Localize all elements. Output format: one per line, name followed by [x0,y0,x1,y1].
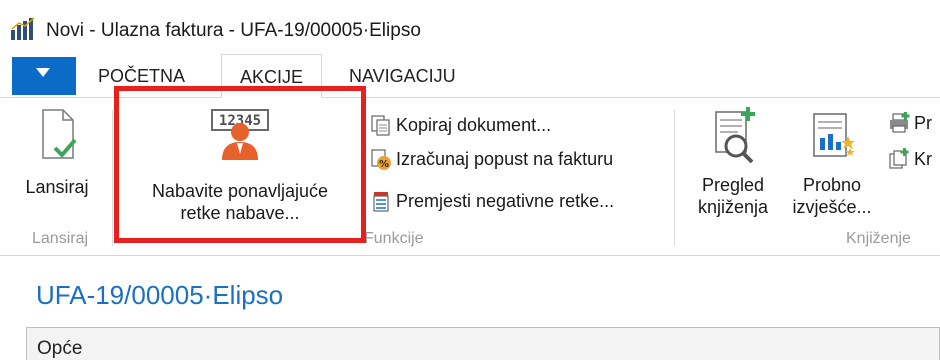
post-batch-label: Kr [914,148,932,169]
svg-text:%: % [379,159,389,170]
copy-document-label: Kopiraj dokument... [396,114,552,135]
calculate-invoice-discount-button[interactable]: % Izračunaj popust na fakturu [370,146,613,172]
percent-discount-icon: % [371,149,391,170]
bar-chart-icon [10,17,36,41]
post-and-print-label: Pr [914,112,932,133]
preview-posting-icon [715,107,755,164]
page-title: UFA-19/00005·Elipso [36,280,284,310]
lansiraj-button-label: Lansiraj [25,177,89,197]
window-title: Novi - Ulazna faktura - UFA-19/00005·Eli… [46,20,421,41]
fasttab-general-label: Opće [37,338,83,359]
tab-pocetna[interactable]: POČETNA [98,66,185,87]
post-and-print-button[interactable]: Pr [888,110,932,136]
group-separator [112,110,113,246]
move-negative-lines-label: Premjesti negativne retke... [396,190,615,211]
test-report-icon [813,113,855,157]
preview-posting-button[interactable]: Pregled knjiženja [688,106,778,218]
app-menu-button[interactable] [12,57,76,95]
test-report-label-line1: Probno [802,175,862,195]
move-negative-lines-button[interactable]: Premjesti negativne retke... [370,188,614,214]
lansiraj-button[interactable]: Lansiraj [14,106,100,198]
document-check-icon [42,109,77,159]
copy-document-icon [371,115,390,136]
group-separator [674,110,675,246]
post-batch-icon [889,148,909,169]
post-batch-button[interactable]: Kr [888,146,932,172]
printer-icon [890,112,910,133]
group-label-funkcije: Funkcije [364,230,424,247]
dropdown-arrow-icon [36,68,50,77]
preview-posting-label-line2: knjiženja [697,197,769,217]
calculate-invoice-discount-label: Izračunaj popust na fakturu [396,148,614,169]
test-report-label-line2: izvješće... [792,197,872,217]
tab-navigaciju[interactable]: NAVIGACIJU [349,66,456,87]
title-bar: Novi - Ulazna faktura - UFA-19/00005·Eli… [0,0,940,52]
group-label-knjizenje: Knjiženje [846,230,911,247]
highlight-box [114,86,366,243]
group-label-lansiraj: Lansiraj [32,230,89,247]
fasttab-general[interactable]: Opće [26,327,940,360]
move-lines-icon [373,192,389,212]
test-report-button[interactable]: Probno izvješće... [786,106,878,218]
preview-posting-label-line1: Pregled [701,175,765,195]
copy-document-button[interactable]: Kopiraj dokument... [370,112,551,138]
